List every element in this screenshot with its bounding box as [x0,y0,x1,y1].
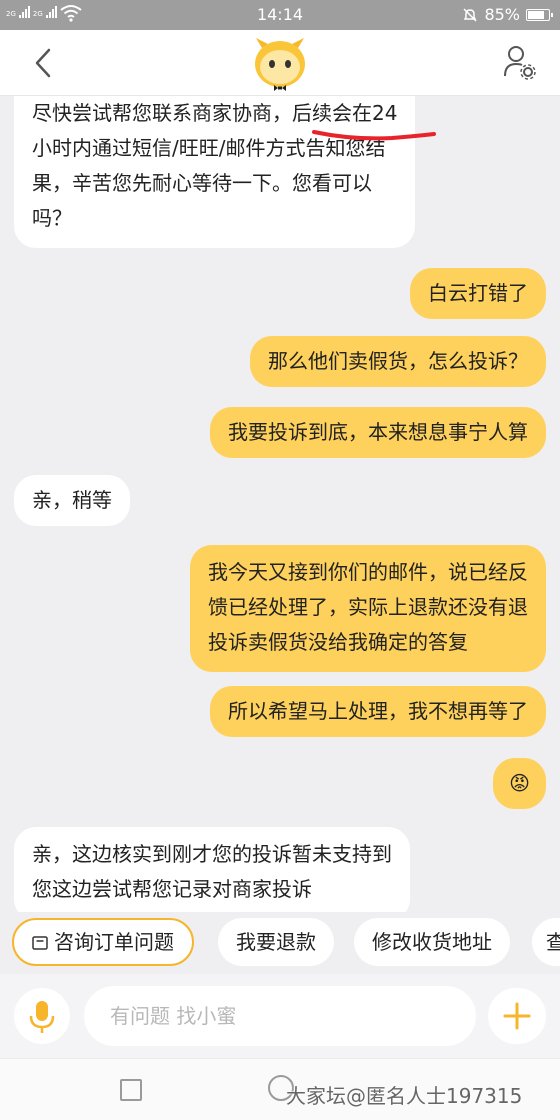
voice-button[interactable] [14,988,70,1044]
plus-icon [503,1002,531,1030]
message-text: 所以希望马上处理，我不想再等了 [228,699,528,723]
status-bar: 2G 2G 14:14 85% [0,0,560,30]
watermark: 大家坛@匿名人士197315 [286,1084,523,1108]
message-text: 吗？ [32,206,72,230]
message-text: 馈已经处理了，实际上退款还没有退 [208,595,528,619]
chip-label: 修改收货地址 [372,930,492,954]
message-text: 尽快尝试帮您联系商家协商，后续会在24 [32,101,398,125]
message-text: 那么他们卖假货，怎么投诉？ [268,349,528,373]
message-incoming: 尽快尝试帮您联系商家协商，后续会在24 小时内通过短信/旺旺/邮件方式告知您结 … [14,96,416,248]
quick-reply-change-address[interactable]: 修改收货地址 [354,918,510,966]
chat-message-list[interactable]: 尽快尝试帮您联系商家协商，后续会在24 小时内通过短信/旺旺/邮件方式告知您结 … [0,96,560,912]
message-text: 投诉卖假货没给我确定的答复 [208,630,468,654]
quick-reply-bar: 咨询订单问题 我要退款 修改收货地址 查 [0,912,560,974]
message-incoming: 亲，稍等 [14,475,130,526]
message-input[interactable] [84,986,476,1046]
order-icon [32,936,48,950]
red-underline-annotation [312,130,436,141]
battery-percent: 85% [484,5,520,24]
message-outgoing: 所以希望马上处理，我不想再等了 [210,686,546,737]
mic-icon [29,1001,55,1033]
message-text: 白云打错了 [428,281,528,305]
chip-label: 查 [546,930,560,954]
status-right: 85% [462,5,553,24]
chip-label: 咨询订单问题 [54,930,174,954]
message-text: 我今天又接到你们的邮件，说已经反 [208,560,528,584]
chip-label: 我要退款 [236,930,316,954]
message-text: 亲，这边核实到刚才您的投诉暂未支持到 [32,842,392,866]
message-text: 我要投诉到底，本来想息事宁人算 [228,420,528,444]
angry-emoji: 😡 [509,771,530,795]
quick-reply-refund[interactable]: 我要退款 [218,918,334,966]
message-text: 亲，稍等 [32,488,112,512]
message-outgoing: 我要投诉到底，本来想息事宁人算 [210,407,546,458]
message-text: 果，辛苦您先耐心等待一下。您看可以 [32,171,372,195]
battery-icon [526,8,553,21]
message-outgoing: 那么他们卖假货，怎么投诉？ [250,336,546,387]
home-square-icon[interactable] [120,1079,142,1101]
mute-icon [463,7,477,22]
profile-settings-icon[interactable] [502,44,536,80]
message-outgoing: 我今天又接到你们的邮件，说已经反 馈已经处理了，实际上退款还没有退 投诉卖假货没… [190,545,546,672]
more-options-button[interactable] [488,988,546,1044]
quick-reply-more[interactable]: 查 [532,918,560,966]
assistant-logo-icon [255,38,305,91]
message-incoming: 亲，这边核实到刚才您的投诉暂未支持到 您这边尝试帮您记录对商家投诉 [14,827,410,912]
message-outgoing-emoji: 😡 [493,758,546,809]
message-text: 您这边尝试帮您记录对商家投诉 [32,877,312,901]
quick-reply-order-question[interactable]: 咨询订单问题 [12,918,194,966]
back-arrow-icon[interactable] [28,45,58,81]
input-area [0,974,560,1058]
top-nav-bar [0,30,560,96]
battery-fill [528,10,545,19]
message-outgoing: 白云打错了 [410,268,546,319]
